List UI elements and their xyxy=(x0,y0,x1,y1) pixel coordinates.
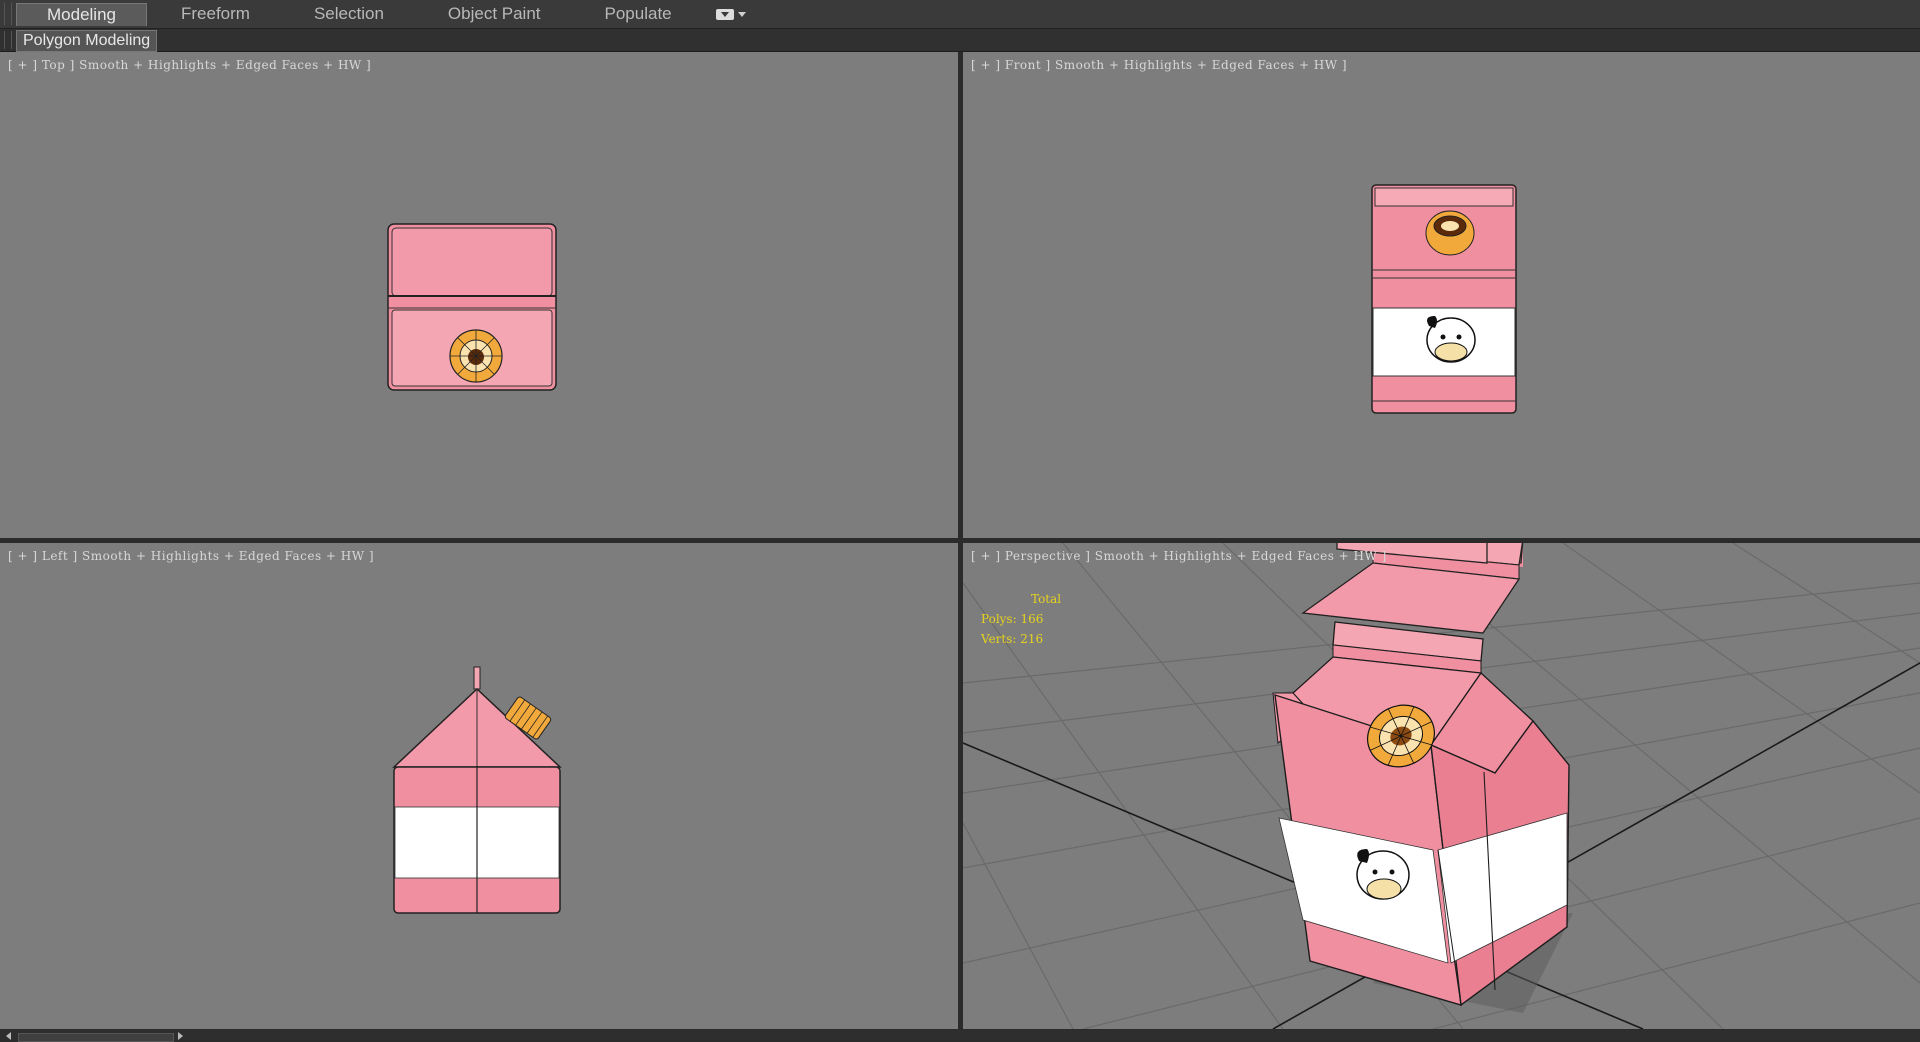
left-view-carton xyxy=(392,666,562,914)
viewport-left[interactable]: [ + ] Left ] Smooth + Highlights + Edged… xyxy=(0,543,958,1029)
panel-grip[interactable] xyxy=(4,31,12,49)
ribbon-panel-bar: Polygon Modeling xyxy=(0,29,1920,52)
ribbon-grip[interactable] xyxy=(4,3,12,25)
tab-selection[interactable]: Selection xyxy=(284,3,414,25)
time-slider[interactable] xyxy=(18,1033,174,1042)
stats-polys: Polys: 166 xyxy=(981,612,1044,626)
viewport-perspective[interactable]: [ + ] Perspective ] Smooth + Highlights … xyxy=(963,543,1920,1029)
stats-verts: Verts: 216 xyxy=(981,632,1044,646)
tab-object-paint[interactable]: Object Paint xyxy=(418,3,571,25)
stats-title: Total xyxy=(1031,592,1062,606)
chevron-down-icon xyxy=(737,11,746,17)
viewport-label[interactable]: [ + ] Perspective ] Smooth + Highlights … xyxy=(971,549,1387,563)
chevron-right-icon[interactable] xyxy=(178,1032,183,1040)
main-ribbon: Modeling Freeform Selection Object Paint… xyxy=(0,0,1920,29)
statistics-overlay: Total Polys: 166 Verts: 216 xyxy=(981,589,1061,649)
viewport-front[interactable]: [ + ] Front ] Smooth + Highlights + Edge… xyxy=(963,52,1920,538)
ribbon-options-button[interactable] xyxy=(715,8,746,20)
tab-populate[interactable]: Populate xyxy=(575,3,702,25)
viewport-top[interactable]: [ + ] Top ] Smooth + Highlights + Edged … xyxy=(0,52,958,538)
tab-freeform[interactable]: Freeform xyxy=(151,3,280,25)
front-view-carton xyxy=(1371,184,1517,414)
carton-render xyxy=(1272,621,1570,1007)
tab-modeling[interactable]: Modeling xyxy=(16,2,147,26)
top-view-carton xyxy=(387,223,557,391)
status-bar xyxy=(0,1030,1920,1040)
ribbon-tabs: Modeling Freeform Selection Object Paint… xyxy=(16,0,746,28)
polygon-modeling-panel-button[interactable]: Polygon Modeling xyxy=(16,30,158,52)
chevron-left-icon[interactable] xyxy=(6,1032,11,1040)
ribbon-options-icon xyxy=(715,8,734,20)
